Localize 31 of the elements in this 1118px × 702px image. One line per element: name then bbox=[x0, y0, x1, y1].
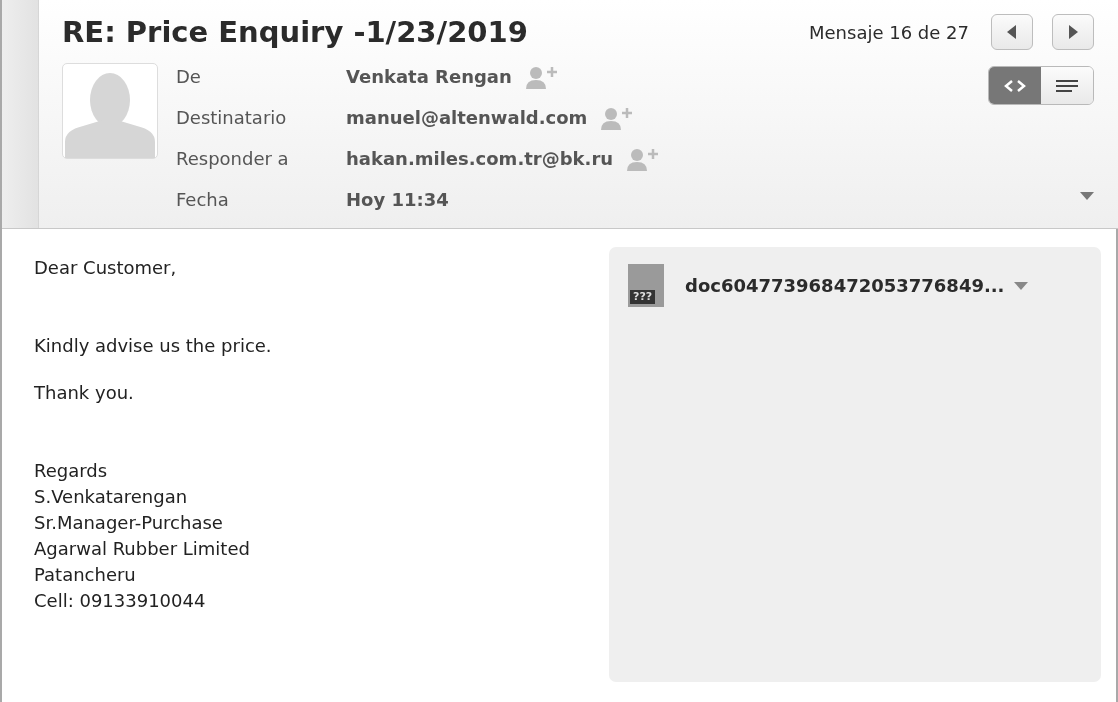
field-value: manuel@altenwald.com bbox=[346, 106, 588, 130]
field-label: Fecha bbox=[176, 188, 230, 212]
message-text: Regards bbox=[34, 459, 109, 483]
message-subject: RE: Price Enquiry -1/23/2019 bbox=[62, 15, 529, 49]
previous-button[interactable] bbox=[991, 14, 1033, 50]
right-triangle-icon bbox=[1068, 25, 1078, 39]
file-icon: ??? bbox=[628, 264, 666, 307]
field-label: Destinatario bbox=[176, 106, 288, 130]
left-triangle-icon bbox=[1007, 25, 1017, 39]
message-counter: Mensaje 16 de 27 bbox=[809, 21, 969, 43]
attachment-name[interactable]: doc604773968472053776849... bbox=[685, 275, 1005, 296]
message-text: Agarwal Rubber Limited bbox=[34, 537, 251, 561]
message-text: Patancheru bbox=[34, 563, 137, 587]
message-text: Thank you. bbox=[34, 381, 135, 405]
field-label: Responder a bbox=[176, 147, 290, 171]
field-label: De bbox=[176, 65, 202, 89]
message-text: Cell: 09133910044 bbox=[34, 589, 207, 613]
field-value: Hoy 11:34 bbox=[346, 188, 449, 212]
lines-icon bbox=[1056, 79, 1078, 92]
expand-caret-icon bbox=[1080, 192, 1094, 200]
view-mode-button[interactable] bbox=[989, 67, 1041, 104]
message-text: S.Venkatarengan bbox=[34, 485, 189, 509]
field-value: hakan.miles.com.tr@bk.ru bbox=[346, 147, 614, 171]
message-text: Kindly advise us the price. bbox=[34, 334, 273, 358]
dropdown-caret-icon[interactable] bbox=[1014, 281, 1029, 290]
field-value: Venkata Rengan bbox=[346, 65, 512, 89]
message-text: Dear Customer, bbox=[34, 256, 178, 280]
view-mode-button[interactable] bbox=[1041, 67, 1093, 104]
code-brackets-icon bbox=[1004, 79, 1026, 92]
message-text: Sr.Manager-Purchase bbox=[34, 511, 224, 535]
next-button[interactable] bbox=[1052, 14, 1094, 50]
